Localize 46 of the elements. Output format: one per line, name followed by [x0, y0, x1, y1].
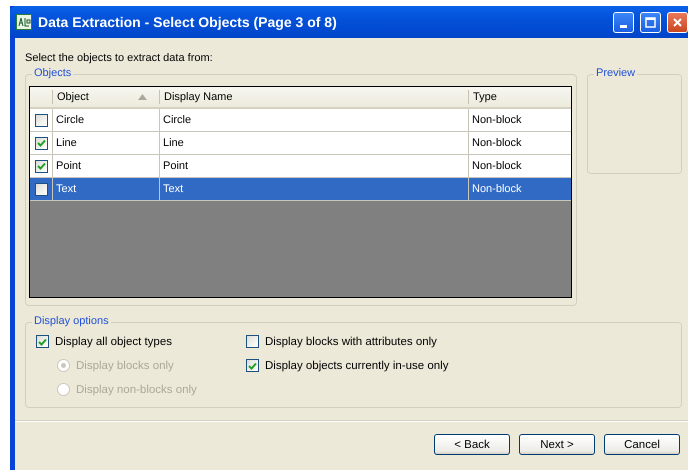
table-cell: Circle — [159, 109, 468, 131]
close-icon — [672, 16, 683, 28]
option-label: Display non-blocks only — [76, 384, 197, 396]
group-label: Display options — [32, 315, 111, 327]
maximize-button[interactable] — [640, 12, 661, 32]
option-label: Display all object types — [55, 336, 172, 348]
table-row[interactable]: Text Text Non-block — [30, 178, 571, 201]
table-cell: Line — [52, 132, 159, 154]
option-label: Display objects currently in-use only — [265, 360, 448, 372]
maximize-icon — [645, 16, 656, 28]
option-label: Display blocks with attributes only — [265, 336, 437, 348]
minimize-button[interactable] — [613, 12, 634, 32]
table-cell: Text — [52, 178, 159, 200]
checkbox[interactable] — [34, 136, 48, 150]
minimize-icon — [620, 24, 627, 28]
table-cell: Non-block — [468, 132, 571, 154]
table-cell: Non-block — [468, 178, 571, 200]
option-label: Display blocks only — [76, 360, 174, 372]
table-cell: Circle — [52, 109, 159, 131]
table-cell: Text — [159, 178, 468, 200]
table-cell: Line — [159, 132, 468, 154]
checkbox[interactable] — [34, 160, 48, 172]
table-cell: Non-block — [468, 155, 571, 177]
table-row[interactable]: Circle Circle Non-block — [30, 109, 571, 132]
checkbox[interactable] — [246, 359, 259, 372]
column-header[interactable]: Display Name — [159, 90, 468, 104]
table-row[interactable]: Line Line Non-block — [30, 132, 571, 155]
checkbox[interactable] — [36, 335, 49, 348]
table-cell: Non-block — [468, 109, 571, 131]
window-title: Data Extraction - Select Objects (Page 3 of 8) — [38, 14, 338, 30]
dialog-button[interactable]: Cancel — [604, 434, 680, 455]
checkbox[interactable] — [34, 182, 48, 196]
column-header[interactable]: Type — [468, 90, 571, 104]
table-cell: Point — [159, 155, 468, 177]
checkbox[interactable] — [246, 335, 259, 348]
table-cell: Point — [52, 155, 159, 177]
close-button[interactable] — [667, 12, 688, 32]
table-row[interactable]: Point Point Non-block — [30, 155, 571, 178]
checkbox[interactable] — [34, 114, 48, 126]
column-header[interactable]: Object — [52, 90, 159, 104]
app-icon — [16, 14, 32, 30]
instruction-text: Select the objects to extract data from: — [25, 52, 214, 64]
group-label: Preview — [594, 67, 638, 79]
dialog-button[interactable]: < Back — [434, 434, 510, 455]
group-label: Objects — [32, 67, 74, 79]
dialog-button[interactable]: Next > — [519, 434, 595, 455]
